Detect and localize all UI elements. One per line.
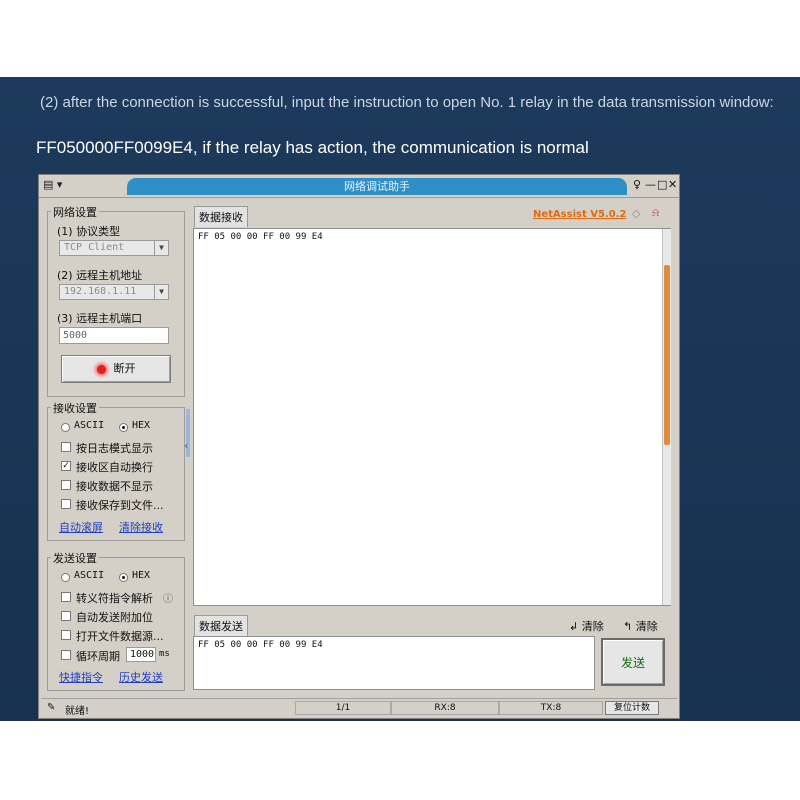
bell-icon[interactable]: ⍾ <box>652 206 659 220</box>
history-send-link[interactable]: 历史发送 <box>119 669 163 685</box>
app-menu-icon[interactable]: ▤ ▾ <box>43 178 62 191</box>
cycle-unit: ms <box>159 649 170 659</box>
receive-option-label: 按日志模式显示 <box>76 442 153 455</box>
clear-label-2: 清除 <box>635 620 658 633</box>
send-option-label: 循环周期 <box>76 650 120 663</box>
send-option-label: 转义符指令解析 <box>76 592 153 605</box>
cycle-period-input[interactable]: 1000 <box>126 647 156 662</box>
reset-count-button[interactable]: 复位计数 <box>605 701 659 715</box>
collapse-arrow-icon[interactable]: ‹ <box>184 439 188 452</box>
receive-ascii-radio[interactable] <box>61 423 70 432</box>
send-hex-radio[interactable] <box>119 573 128 582</box>
status-rx: RX:8 <box>391 701 499 715</box>
send-option-checkbox[interactable] <box>61 630 71 640</box>
shortcut-command-link[interactable]: 快捷指令 <box>59 669 103 685</box>
port-label: (3) 远程主机端口 <box>57 312 143 325</box>
send-ascii-radio[interactable] <box>61 573 70 582</box>
scrollbar-thumb[interactable] <box>664 265 670 445</box>
tab-data-send[interactable]: 数据发送 <box>194 615 248 636</box>
chevron-down-icon: ▼ <box>154 285 168 299</box>
clear-receive-link[interactable]: 清除接收 <box>119 519 163 535</box>
status-text: 就绪! <box>65 706 90 717</box>
send-content: FF 05 00 00 FF 00 99 E4 <box>198 640 323 650</box>
send-option-label: 打开文件数据源... <box>76 630 164 643</box>
clear-send-button[interactable]: ↲ 清除 <box>569 618 604 634</box>
caption-line-2: FF050000FF0099E4, if the relay has actio… <box>36 138 589 157</box>
disconnect-button[interactable]: 断开 <box>61 355 171 383</box>
network-settings-title: 网络设置 <box>51 204 99 220</box>
protocol-select[interactable]: TCP Client ▼ <box>59 240 169 256</box>
host-value: 192.168.1.11 <box>64 286 137 297</box>
auto-scroll-link[interactable]: 自动滚屏 <box>59 519 103 535</box>
title-bar: ▤ ▾ 网络调试助手 ♀ — □ ✕ <box>39 175 679 198</box>
caption-line-1: (2) after the connection is successful, … <box>40 94 774 111</box>
receive-scrollbar[interactable] <box>662 229 671 605</box>
receive-option-label: 接收区自动换行 <box>76 461 153 474</box>
diamond-icon[interactable]: ◇ <box>632 207 640 220</box>
status-tx: TX:8 <box>499 701 603 715</box>
disconnect-label: 断开 <box>113 362 136 375</box>
minimize-button[interactable]: — <box>645 178 656 191</box>
host-label: (2) 远程主机地址 <box>57 269 143 282</box>
receive-ascii-label: ASCII <box>74 420 105 431</box>
status-bar: ✎ 就绪! 1/1 RX:8 TX:8 复位计数 <box>41 698 677 717</box>
receive-option-checkbox[interactable] <box>61 499 71 509</box>
window-title: 网络调试助手 <box>127 178 627 195</box>
send-option-checkbox[interactable] <box>61 650 71 660</box>
receive-option-checkbox[interactable] <box>61 442 71 452</box>
receive-content: FF 05 00 00 FF 00 99 E4 <box>198 232 323 242</box>
send-hex-label: HEX <box>132 570 151 581</box>
host-select[interactable]: 192.168.1.11 ▼ <box>59 284 169 300</box>
protocol-label: (1) 协议类型 <box>57 225 121 238</box>
status-count: 1/1 <box>295 701 391 715</box>
receive-option-label: 接收数据不显示 <box>76 480 153 493</box>
send-option-label: 自动发送附加位 <box>76 611 153 624</box>
clear-icon: ↲ <box>569 620 579 633</box>
maximize-button[interactable]: □ <box>657 178 667 191</box>
send-ascii-label: ASCII <box>74 570 105 581</box>
clear-up-icon: ↰ <box>623 620 633 633</box>
ready-icon: ✎ <box>47 702 56 713</box>
send-settings-title: 发送设置 <box>51 550 99 566</box>
port-input[interactable]: 5000 <box>59 327 169 344</box>
receive-hex-radio[interactable] <box>119 423 128 432</box>
receive-hex-label: HEX <box>132 420 151 431</box>
info-icon[interactable]: ⓘ <box>163 590 173 605</box>
send-option-checkbox[interactable] <box>61 592 71 602</box>
receive-option-label: 接收保存到文件... <box>76 499 164 512</box>
protocol-value: TCP Client <box>64 242 125 253</box>
send-button[interactable]: 发送 <box>601 638 665 686</box>
pin-icon[interactable]: ♀ <box>633 178 641 191</box>
netassist-window: ▤ ▾ 网络调试助手 ♀ — □ ✕ 网络设置 (1) 协议类型 TCP Cli… <box>38 174 680 719</box>
close-button[interactable]: ✕ <box>668 178 677 191</box>
chevron-down-icon: ▼ <box>154 241 168 255</box>
receive-option-checkbox[interactable]: ✓ <box>61 461 71 471</box>
tab-data-receive[interactable]: 数据接收 <box>194 206 248 227</box>
netassist-brand-link[interactable]: NetAssist V5.0.2 <box>533 209 626 220</box>
receive-option-checkbox[interactable] <box>61 480 71 490</box>
clear-label: 清除 <box>581 620 604 633</box>
send-textarea[interactable]: FF 05 00 00 FF 00 99 E4 <box>193 636 595 690</box>
clear-send-button-2[interactable]: ↰ 清除 <box>623 618 658 634</box>
receive-textarea[interactable]: FF 05 00 00 FF 00 99 E4 <box>193 228 671 606</box>
send-option-checkbox[interactable] <box>61 611 71 621</box>
status-led-icon <box>96 364 106 374</box>
receive-settings-title: 接收设置 <box>51 400 99 416</box>
